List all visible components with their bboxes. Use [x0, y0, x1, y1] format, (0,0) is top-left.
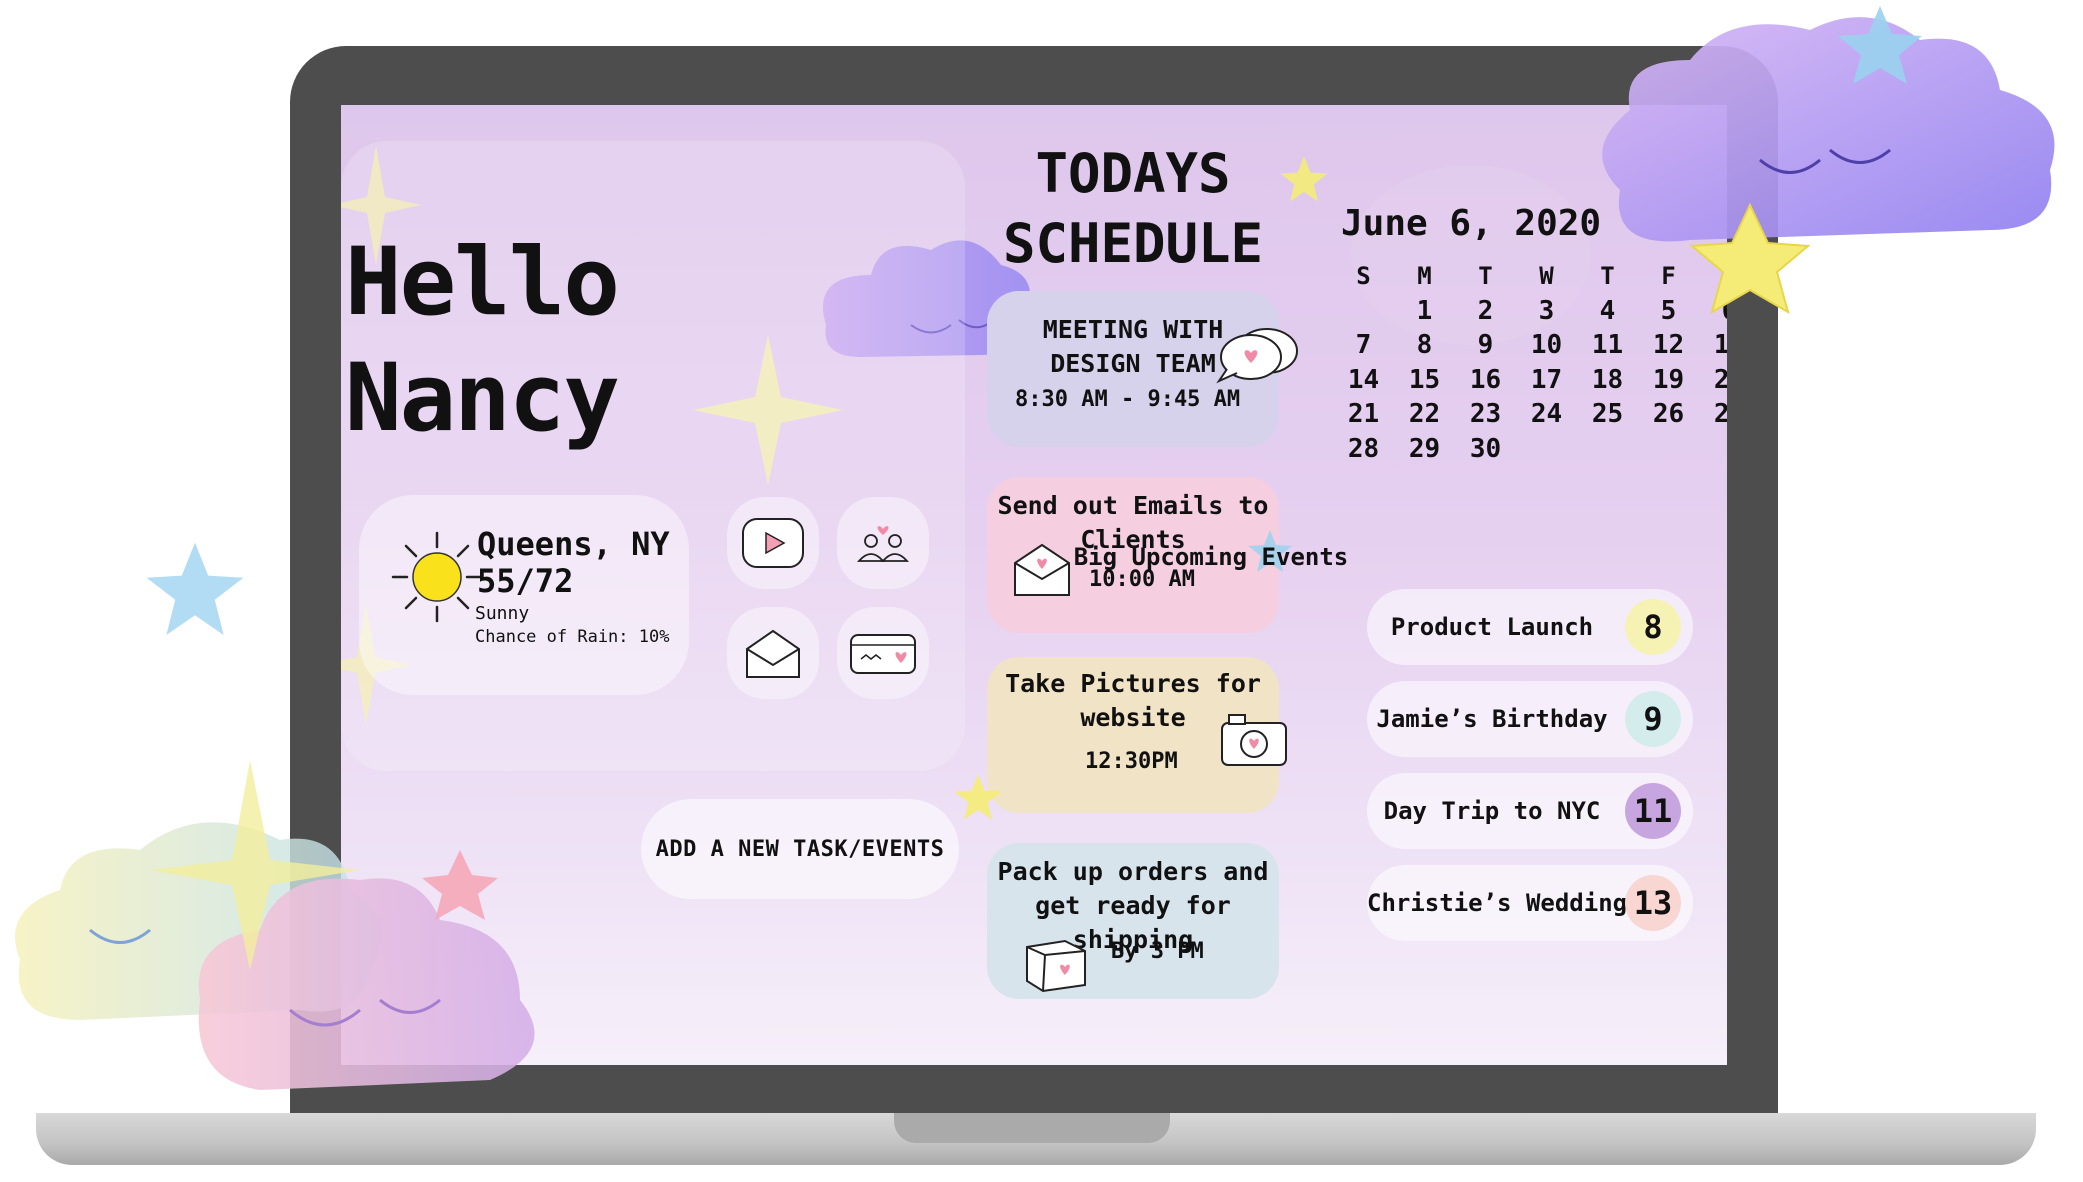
- calendar-day[interactable]: 16: [1455, 363, 1516, 398]
- events-title: Big Upcoming Events: [1073, 543, 1349, 571]
- calendar-day[interactable]: 2: [1455, 294, 1516, 329]
- schedule-task-shipping[interactable]: Pack up orders and get ready for shippin…: [987, 843, 1279, 999]
- calendar-day[interactable]: 11: [1577, 328, 1638, 363]
- event-name: Product Launch: [1390, 613, 1594, 641]
- event-name: Jamie’s Birthday: [1376, 705, 1608, 733]
- event-name: Day Trip to NYC: [1383, 797, 1601, 825]
- calendar-day[interactable]: 8: [1394, 328, 1455, 363]
- cloud-decoration-top-right: [1602, 6, 2055, 315]
- camera-icon: [1221, 714, 1287, 766]
- calendar-day[interactable]: 30: [1455, 432, 1516, 467]
- calendar-day[interactable]: 17: [1516, 363, 1577, 398]
- calendar-day[interactable]: 25: [1577, 397, 1638, 432]
- greeting: Hello Nancy: [345, 225, 620, 457]
- calendar-day[interactable]: 23: [1455, 397, 1516, 432]
- weather-widget[interactable]: Queens, NY 55/72 Sunny Chance of Rain: 1…: [359, 495, 689, 695]
- contacts-app-button[interactable]: [837, 497, 929, 589]
- calendar-day[interactable]: 14: [1333, 363, 1394, 398]
- event-day-badge: 11: [1625, 783, 1681, 839]
- greeting-name: Nancy: [345, 344, 620, 453]
- schedule-task-pictures[interactable]: Take Pictures for website 12:30PM: [987, 657, 1287, 813]
- calendar-day[interactable]: 21: [1333, 397, 1394, 432]
- package-icon: [1026, 939, 1086, 993]
- calendar-day[interactable]: 29: [1394, 432, 1455, 467]
- event-day-badge: 9: [1625, 691, 1681, 747]
- schedule-task-meeting[interactable]: MEETING WITH DESIGN TEAM 8:30 AM - 9:45 …: [987, 291, 1298, 447]
- calendar-day[interactable]: 13: [1699, 328, 1727, 363]
- calendar-day[interactable]: 22: [1394, 397, 1455, 432]
- calendar-day[interactable]: 24: [1516, 397, 1577, 432]
- calendar-day[interactable]: 10: [1516, 328, 1577, 363]
- calendar-day[interactable]: 27: [1699, 397, 1727, 432]
- schedule-title-line1: TODAYS: [1035, 142, 1231, 205]
- calendar-empty-cell: [1333, 294, 1394, 329]
- laptop-notch: [894, 1113, 1170, 1143]
- contacts-icon: [857, 526, 909, 562]
- task-time: 12:30PM: [1085, 749, 1178, 774]
- weather-location: Queens, NY: [477, 525, 670, 563]
- sun-icon: [391, 531, 483, 623]
- mail-icon: [746, 629, 800, 678]
- star-icon: [146, 542, 244, 635]
- chat-bubble-icon: [1216, 328, 1298, 384]
- event-item[interactable]: Day Trip to NYC 11: [1367, 773, 1693, 849]
- calendar-weekday: W: [1539, 262, 1554, 290]
- calendar-day[interactable]: 19: [1638, 363, 1699, 398]
- task-title-line1: Pack up orders and: [997, 857, 1269, 886]
- calendar-weekday: S: [1356, 262, 1371, 290]
- event-item[interactable]: Jamie’s Birthday 9: [1367, 681, 1693, 757]
- weather-rain-chance: Chance of Rain: 10%: [475, 627, 670, 647]
- card-app-button[interactable]: [837, 607, 929, 699]
- add-task-button[interactable]: ADD A NEW TASK/EVENTS: [641, 799, 959, 899]
- mail-app-button[interactable]: [727, 607, 819, 699]
- weather-temperature: 55/72: [477, 562, 574, 600]
- task-time: By 3 PM: [1111, 939, 1204, 964]
- calendar-day[interactable]: 9: [1455, 328, 1516, 363]
- star-icon: [954, 774, 1002, 820]
- task-time: 8:30 AM - 9:45 AM: [1015, 387, 1241, 412]
- calendar-weekday: M: [1417, 262, 1432, 290]
- calendar-day[interactable]: 12: [1638, 328, 1699, 363]
- calendar-month-label: June 6, 2020: [1341, 203, 1602, 244]
- calendar-day[interactable]: 20: [1699, 363, 1727, 398]
- calendar-day[interactable]: 7: [1333, 328, 1394, 363]
- video-play-icon: [742, 518, 804, 568]
- schedule-title: TODAYS SCHEDULE: [983, 139, 1283, 279]
- greeting-hello: Hello: [345, 228, 620, 337]
- star-icon: [1280, 156, 1328, 202]
- calendar-day[interactable]: 28: [1333, 432, 1394, 467]
- calendar-day[interactable]: 3: [1516, 294, 1577, 329]
- task-title-line1: Send out Emails to: [997, 491, 1269, 520]
- weather-condition: Sunny: [475, 603, 530, 624]
- calendar-day[interactable]: 1: [1394, 294, 1455, 329]
- event-day-badge: 13: [1625, 875, 1681, 931]
- calendar-day[interactable]: 18: [1577, 363, 1638, 398]
- event-day-badge: 8: [1625, 599, 1681, 655]
- event-name: Christie’s Wedding: [1367, 889, 1628, 917]
- event-item[interactable]: Product Launch 8: [1367, 589, 1693, 665]
- task-title-line1: Take Pictures for: [1005, 669, 1261, 698]
- schedule-title-line2: SCHEDULE: [1002, 212, 1264, 275]
- event-item[interactable]: Christie’s Wedding 13: [1367, 865, 1693, 941]
- cloud-decoration-bottom-left: [15, 760, 535, 1090]
- calendar-day[interactable]: 26: [1638, 397, 1699, 432]
- calendar-weekday: T: [1478, 262, 1493, 290]
- card-icon: [850, 634, 916, 674]
- calendar-day[interactable]: 15: [1394, 363, 1455, 398]
- video-app-button[interactable]: [727, 497, 819, 589]
